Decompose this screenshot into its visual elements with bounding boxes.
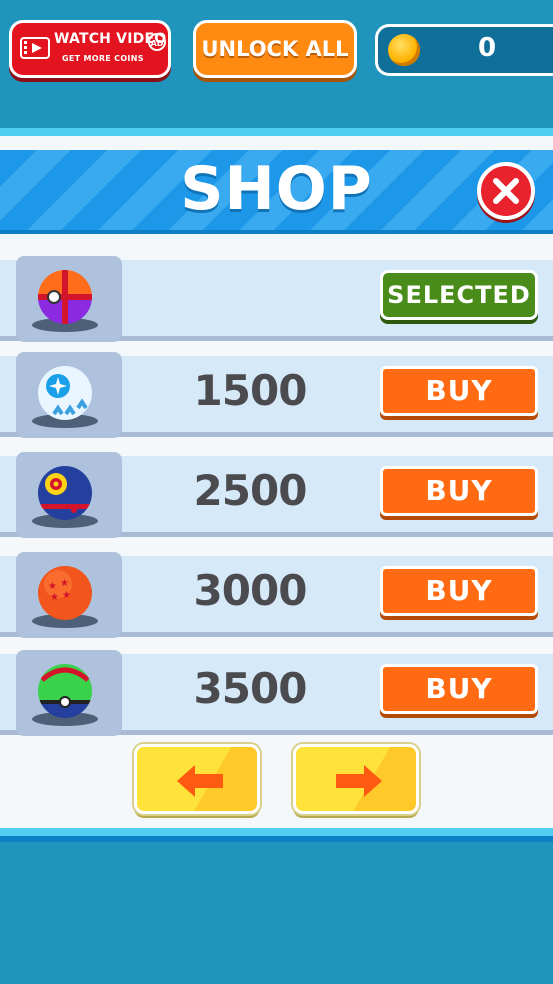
ad-badge: AD: [148, 33, 166, 51]
arrow-left-icon: [177, 765, 223, 797]
svg-text:★: ★: [60, 578, 69, 589]
item-price: 3000: [193, 566, 308, 615]
item-thumbnail: [16, 650, 122, 736]
coin-count: 0: [478, 33, 497, 63]
unlock-all-button[interactable]: UNLOCK ALL: [193, 20, 357, 78]
selected-button[interactable]: SELECTED: [380, 270, 538, 320]
coin-icon: [388, 34, 420, 66]
white-blue-ball-icon: [38, 366, 92, 420]
panel-bottom-stripe: [0, 828, 553, 836]
video-icon: [20, 37, 50, 59]
svg-text:★: ★: [48, 581, 57, 592]
item-price: 1500: [193, 366, 308, 415]
shop-item-row: ★ ★ ★ ★ 3000 BUY: [0, 552, 553, 638]
next-page-button[interactable]: [293, 744, 419, 814]
item-thumbnail: [16, 352, 122, 438]
arrow-right-icon: [336, 765, 382, 797]
shop-item-row: 1500 BUY: [0, 352, 553, 438]
svg-text:★: ★: [62, 590, 71, 601]
prev-page-button[interactable]: [134, 744, 260, 814]
panel-top-stripe: [0, 128, 553, 136]
item-price: 2500: [193, 466, 308, 515]
item-thumbnail: [16, 452, 122, 538]
item-thumbnail: [16, 256, 122, 342]
panel-bottom-edge: [0, 836, 553, 842]
coin-counter: 0: [375, 24, 553, 76]
buy-button[interactable]: BUY: [380, 566, 538, 616]
close-button[interactable]: [477, 162, 535, 220]
blue-red-flower-ball-icon: [38, 466, 92, 520]
top-bar: WATCH VIDEO GET MORE COINS AD UNLOCK ALL…: [0, 0, 553, 128]
green-red-ball-icon: [38, 664, 92, 718]
buy-button[interactable]: BUY: [380, 664, 538, 714]
dragon-ball-icon: ★ ★ ★ ★: [38, 566, 92, 620]
shop-item-row: SELECTED: [0, 256, 553, 342]
svg-text:★: ★: [50, 592, 59, 603]
shop-title: SHOP: [180, 154, 373, 224]
watch-video-button[interactable]: WATCH VIDEO GET MORE COINS AD: [9, 20, 171, 78]
item-thumbnail: ★ ★ ★ ★: [16, 552, 122, 638]
shop-item-row: 3500 BUY: [0, 650, 553, 736]
close-icon: [493, 178, 519, 204]
pokeball-orange-icon: [38, 270, 92, 324]
buy-button[interactable]: BUY: [380, 466, 538, 516]
item-price: 3500: [193, 664, 308, 713]
shop-panel: SHOP SELECTED 1500 BUY 2500 BUY ★ ★ ★ ★ …: [0, 128, 553, 841]
shop-item-row: 2500 BUY: [0, 452, 553, 538]
buy-button[interactable]: BUY: [380, 366, 538, 416]
shop-header: SHOP: [0, 150, 553, 234]
watch-video-subtitle: GET MORE COINS: [62, 54, 144, 63]
